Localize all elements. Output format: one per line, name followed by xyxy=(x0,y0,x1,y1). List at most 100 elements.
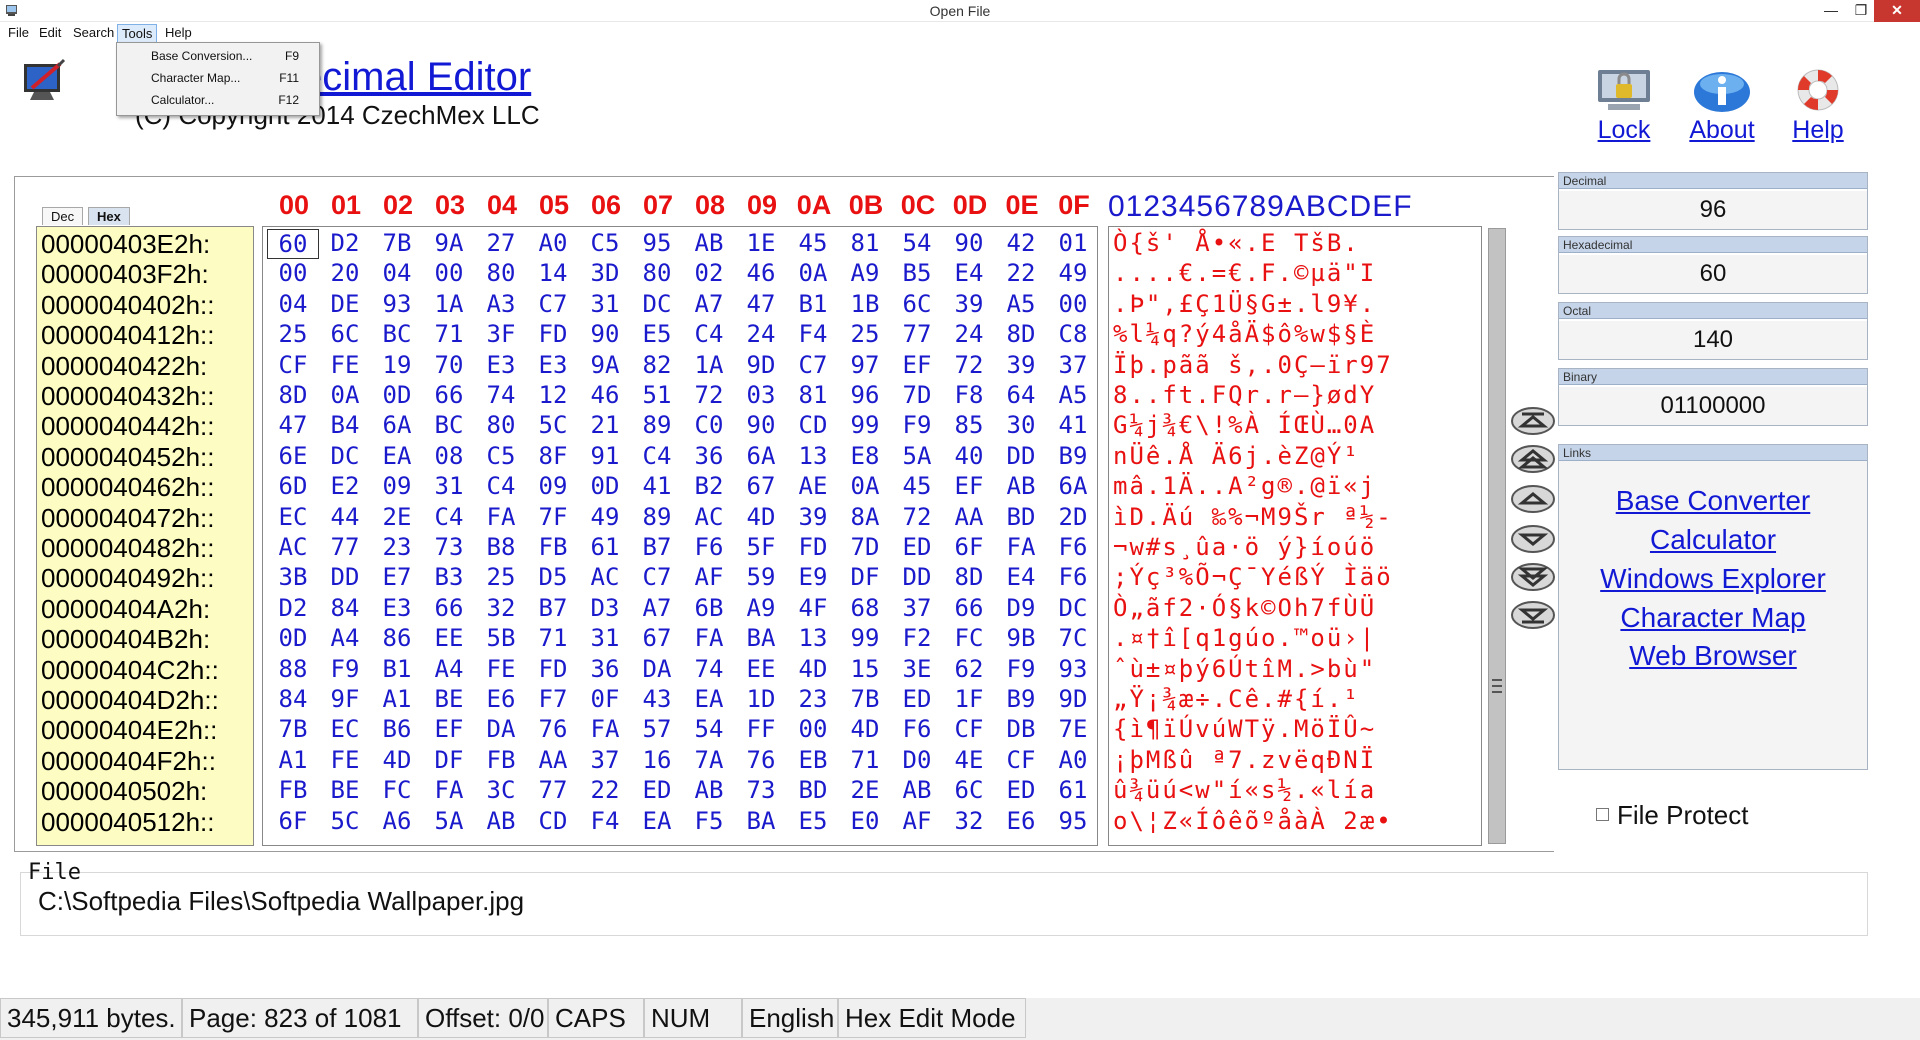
hex-byte[interactable]: 89 xyxy=(631,411,683,439)
hex-byte[interactable]: 61 xyxy=(1047,776,1099,804)
hex-byte[interactable]: C7 xyxy=(527,290,579,318)
hex-byte[interactable]: F2 xyxy=(891,624,943,652)
hex-byte[interactable]: 4E xyxy=(943,746,995,774)
hex-byte[interactable]: EA xyxy=(631,807,683,835)
hex-byte[interactable]: 76 xyxy=(527,715,579,743)
page-up-icon[interactable] xyxy=(1510,444,1556,474)
hex-byte[interactable]: 09 xyxy=(371,472,423,500)
hex-byte[interactable]: 64 xyxy=(995,381,1047,409)
hex-byte[interactable]: F6 xyxy=(683,533,735,561)
char-row[interactable]: o\¦Z«ÍôêõºåàÀ 2æ• xyxy=(1113,807,1393,835)
hex-byte[interactable]: C5 xyxy=(475,442,527,470)
hex-byte[interactable]: 68 xyxy=(839,594,891,622)
hex-byte[interactable]: F6 xyxy=(891,715,943,743)
hex-byte[interactable]: 80 xyxy=(475,411,527,439)
file-protect-checkbox[interactable]: File Protect xyxy=(1596,800,1749,831)
hex-byte[interactable]: 3F xyxy=(475,320,527,348)
hex-byte[interactable]: 76 xyxy=(735,746,787,774)
link-calculator[interactable]: Calculator xyxy=(1559,524,1867,556)
tab-dec[interactable]: Dec xyxy=(42,207,84,225)
hex-byte[interactable]: A7 xyxy=(631,594,683,622)
hex-byte[interactable]: 08 xyxy=(423,442,475,470)
hex-byte[interactable]: 39 xyxy=(787,503,839,531)
hex-byte[interactable]: A1 xyxy=(371,685,423,713)
hex-byte[interactable]: FD xyxy=(787,533,839,561)
hex-byte[interactable]: 49 xyxy=(1047,259,1099,287)
hex-byte[interactable]: 41 xyxy=(1047,411,1099,439)
hex-byte[interactable]: EF xyxy=(943,472,995,500)
hex-byte[interactable]: 61 xyxy=(579,533,631,561)
hex-byte[interactable]: 66 xyxy=(943,594,995,622)
hex-byte[interactable]: B9 xyxy=(995,685,1047,713)
hex-byte[interactable]: 0A xyxy=(839,472,891,500)
hex-byte[interactable]: A6 xyxy=(371,807,423,835)
hex-byte[interactable]: 13 xyxy=(787,442,839,470)
hex-byte[interactable]: 88 xyxy=(267,655,319,683)
hex-byte[interactable]: AC xyxy=(683,503,735,531)
hex-byte[interactable]: AA xyxy=(943,503,995,531)
hex-byte[interactable]: B3 xyxy=(423,563,475,591)
hex-byte[interactable]: E4 xyxy=(995,563,1047,591)
menu-edit[interactable]: Edit xyxy=(35,24,65,41)
hex-byte[interactable]: A3 xyxy=(475,290,527,318)
hex-byte[interactable]: 16 xyxy=(631,746,683,774)
hex-byte[interactable]: C7 xyxy=(787,351,839,379)
char-row[interactable]: ¡þMßû ª7.zvëqÐNÏ xyxy=(1113,746,1376,774)
hex-byte[interactable]: F9 xyxy=(891,411,943,439)
hex-byte[interactable]: FE xyxy=(319,351,371,379)
hex-byte[interactable]: 74 xyxy=(475,381,527,409)
hex-byte[interactable]: D2 xyxy=(319,229,371,257)
hex-byte[interactable]: EF xyxy=(423,715,475,743)
hex-byte[interactable]: 1F xyxy=(943,685,995,713)
hex-byte[interactable]: FB xyxy=(527,533,579,561)
hex-byte[interactable]: 8F xyxy=(527,442,579,470)
hex-byte[interactable]: DA xyxy=(631,655,683,683)
char-row[interactable]: ìD.Äú ‰%¬M9Šr ª½- xyxy=(1113,503,1393,531)
hex-byte[interactable]: 4D xyxy=(735,503,787,531)
hex-byte[interactable]: 0D xyxy=(371,381,423,409)
line-up-icon[interactable] xyxy=(1510,484,1556,514)
hex-byte[interactable]: 00 xyxy=(787,715,839,743)
hex-byte[interactable]: FE xyxy=(475,655,527,683)
go-to-top-icon[interactable] xyxy=(1510,406,1556,436)
hex-byte[interactable]: 80 xyxy=(475,259,527,287)
hex-byte[interactable]: AB xyxy=(475,807,527,835)
hex-byte[interactable]: 44 xyxy=(319,503,371,531)
hex-byte[interactable]: 3E xyxy=(891,655,943,683)
hex-byte[interactable]: FC xyxy=(943,624,995,652)
hex-byte[interactable]: 31 xyxy=(579,290,631,318)
hex-byte[interactable]: D5 xyxy=(527,563,579,591)
page-down-icon[interactable] xyxy=(1510,562,1556,592)
hex-byte[interactable]: E7 xyxy=(371,563,423,591)
hex-byte[interactable]: 01 xyxy=(1047,229,1099,257)
hex-byte[interactable]: 90 xyxy=(943,229,995,257)
hex-byte[interactable]: 77 xyxy=(891,320,943,348)
char-row[interactable]: ˆù±¤þý6ÚtîM.>bù" xyxy=(1113,655,1376,683)
link-character-map[interactable]: Character Map xyxy=(1559,602,1867,634)
hex-byte[interactable]: 62 xyxy=(943,655,995,683)
hex-byte[interactable]: A4 xyxy=(319,624,371,652)
hex-byte[interactable]: 45 xyxy=(891,472,943,500)
hex-byte[interactable]: 9D xyxy=(735,351,787,379)
menu-item-calculator[interactable]: Calculator... F12 xyxy=(117,89,319,111)
menu-item-base-conversion[interactable]: Base Conversion... F9 xyxy=(117,45,319,67)
hex-byte[interactable]: C5 xyxy=(579,229,631,257)
minimize-button[interactable]: — xyxy=(1816,0,1846,22)
hex-byte[interactable]: 13 xyxy=(787,624,839,652)
hex-byte[interactable]: 31 xyxy=(579,624,631,652)
hex-byte[interactable]: FC xyxy=(371,776,423,804)
hex-byte[interactable]: 23 xyxy=(787,685,839,713)
hex-byte[interactable]: 8D xyxy=(995,320,1047,348)
hex-byte[interactable]: A9 xyxy=(735,594,787,622)
hex-byte[interactable]: 3D xyxy=(579,259,631,287)
app-title[interactable]: ecimal Editor xyxy=(300,55,531,100)
hex-byte[interactable]: F9 xyxy=(319,655,371,683)
hex-byte[interactable]: 96 xyxy=(839,381,891,409)
hex-byte[interactable]: B8 xyxy=(475,533,527,561)
hex-byte[interactable]: 04 xyxy=(267,290,319,318)
hex-byte[interactable]: 23 xyxy=(371,533,423,561)
hex-byte[interactable]: EE xyxy=(423,624,475,652)
hex-byte[interactable]: 80 xyxy=(631,259,683,287)
hex-byte[interactable]: 5C xyxy=(319,807,371,835)
hex-byte[interactable]: CF xyxy=(995,746,1047,774)
